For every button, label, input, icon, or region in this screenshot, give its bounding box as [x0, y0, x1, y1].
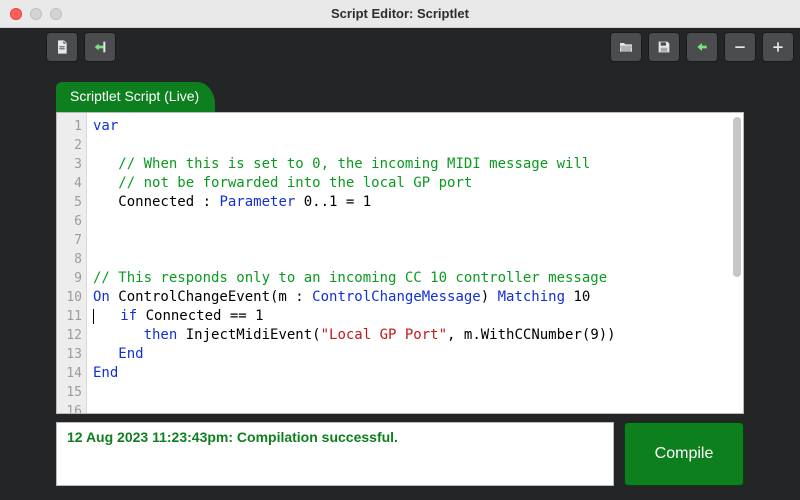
- window-titlebar: Script Editor: Scriptlet: [0, 0, 800, 28]
- editor-panel: Scriptlet Script (Live) 1234567891011121…: [56, 82, 744, 486]
- code-line[interactable]: On ControlChangeEvent(m : ControlChangeM…: [93, 288, 735, 307]
- code-line[interactable]: End: [93, 364, 735, 383]
- editor-footer: 12 Aug 2023 11:23:43pm: Compilation succ…: [56, 422, 744, 486]
- code-line[interactable]: // This responds only to an incoming CC …: [93, 269, 735, 288]
- line-number: 6: [57, 212, 82, 231]
- window-title: Script Editor: Scriptlet: [0, 6, 800, 21]
- code-line[interactable]: Connected : Parameter 0..1 = 1: [93, 193, 735, 212]
- window-controls: [10, 8, 62, 20]
- code-area[interactable]: var // When this is set to 0, the incomi…: [87, 113, 743, 413]
- line-number-gutter: 12345678910111213141516: [57, 113, 87, 413]
- line-number: 8: [57, 250, 82, 269]
- code-line[interactable]: [93, 250, 735, 269]
- close-window-button[interactable]: [10, 8, 22, 20]
- minus-icon: [732, 39, 748, 55]
- line-number: 12: [57, 326, 82, 345]
- code-line[interactable]: var: [93, 117, 735, 136]
- line-number: 7: [57, 231, 82, 250]
- apply-script-button[interactable]: [84, 32, 116, 62]
- code-line[interactable]: [93, 212, 735, 231]
- arrow-into-doc-icon: [92, 39, 108, 55]
- code-line[interactable]: [93, 136, 735, 155]
- code-line[interactable]: [93, 383, 735, 402]
- code-line[interactable]: [93, 231, 735, 250]
- editor-scrollbar[interactable]: [733, 117, 741, 277]
- code-editor[interactable]: 12345678910111213141516 var // When this…: [56, 112, 744, 414]
- folder-open-icon: [618, 39, 634, 55]
- save-icon: [656, 39, 672, 55]
- code-line[interactable]: then InjectMidiEvent("Local GP Port", m.…: [93, 326, 735, 345]
- compile-button[interactable]: Compile: [624, 422, 744, 486]
- save-button[interactable]: [648, 32, 680, 62]
- code-line[interactable]: End: [93, 345, 735, 364]
- open-button[interactable]: [610, 32, 642, 62]
- text-caret: [93, 309, 94, 324]
- add-button[interactable]: [762, 32, 794, 62]
- line-number: 5: [57, 193, 82, 212]
- line-number: 1: [57, 117, 82, 136]
- line-number: 4: [57, 174, 82, 193]
- file-text-icon: [54, 39, 70, 55]
- line-number: 3: [57, 155, 82, 174]
- status-message: 12 Aug 2023 11:23:43pm: Compilation succ…: [56, 422, 614, 486]
- zoom-window-button[interactable]: [50, 8, 62, 20]
- editor-toolbar: [46, 32, 794, 66]
- minimize-window-button[interactable]: [30, 8, 42, 20]
- code-line[interactable]: // not be forwarded into the local GP po…: [93, 174, 735, 193]
- code-line[interactable]: [93, 402, 735, 414]
- plus-icon: [770, 39, 786, 55]
- line-number: 14: [57, 364, 82, 383]
- line-number: 15: [57, 383, 82, 402]
- tab-scriptlet-live[interactable]: Scriptlet Script (Live): [56, 82, 215, 112]
- export-arrow-icon: [694, 39, 710, 55]
- code-line[interactable]: // When this is set to 0, the incoming M…: [93, 155, 735, 174]
- new-script-button[interactable]: [46, 32, 78, 62]
- line-number: 9: [57, 269, 82, 288]
- line-number: 10: [57, 288, 82, 307]
- line-number: 2: [57, 136, 82, 155]
- line-number: 13: [57, 345, 82, 364]
- code-line[interactable]: if Connected == 1: [93, 307, 735, 326]
- line-number: 11: [57, 307, 82, 326]
- run-button[interactable]: [686, 32, 718, 62]
- remove-button[interactable]: [724, 32, 756, 62]
- line-number: 16: [57, 402, 82, 414]
- tab-row: Scriptlet Script (Live): [56, 82, 744, 112]
